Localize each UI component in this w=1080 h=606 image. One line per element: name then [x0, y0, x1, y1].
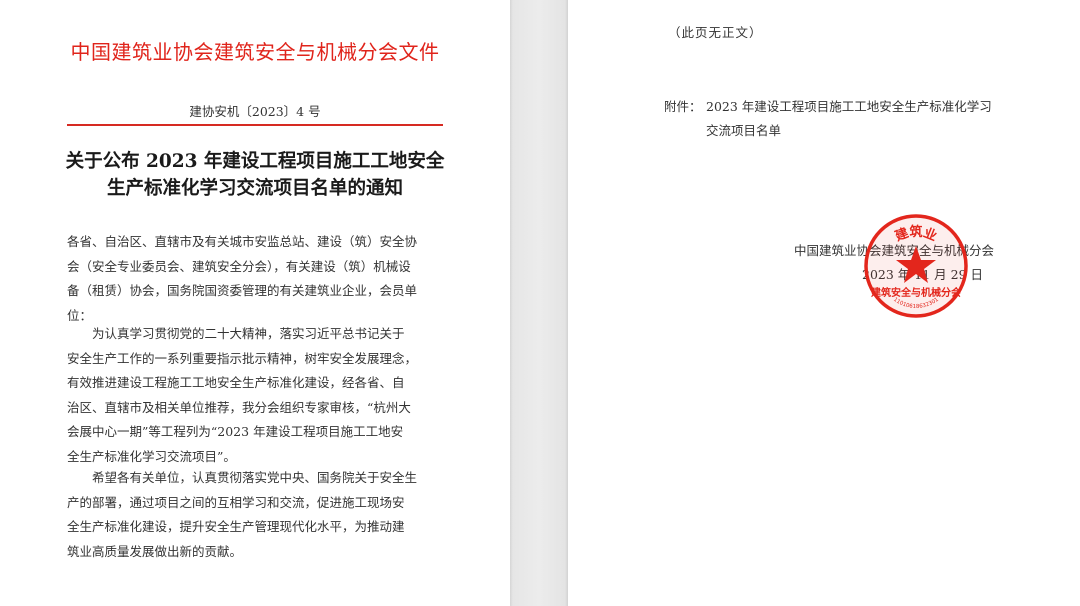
- paragraph-line: 筑业高质量发展做出新的贡献。: [67, 543, 243, 559]
- page-gap: [510, 0, 568, 606]
- seal-bottom-text: 建筑安全与机械分会: [870, 286, 961, 299]
- addressee-block: 各省、自治区、直辖市及有关城市安监总站、建设（筑）安全协 会（安全专业委员会、建…: [67, 230, 443, 328]
- document-page-2: [568, 0, 1080, 606]
- body-paragraph-1: 为认真学习贯彻党的二十大精神，落实习近平总书记关于 安全生产工作的一系列重要指示…: [67, 322, 443, 470]
- document-title: 关于公布 2023 年建设工程项目施工工地安全 生产标准化学习交流项目名单的通知: [60, 148, 450, 202]
- no-body-note: （此页无正文）: [668, 25, 763, 40]
- attachment-title-line-1: 2023 年建设工程项目施工工地安全生产标准化学习: [706, 99, 992, 114]
- addressee-line: 各省、自治区、直辖市及有关城市安监总站、建设（筑）安全协: [67, 234, 418, 249]
- paragraph-line: 有效推进建设工程施工工地安全生产标准化建设，经各省、自: [67, 375, 405, 391]
- document-number: 建协安机〔2023〕4 号: [189, 104, 321, 119]
- paragraph-line: 全生产标准化建设，提升安全生产管理现代化水平，为推动建: [67, 519, 405, 535]
- paragraph-line: 希望各有关单位，认真贯彻落实党中央、国务院关于安全生: [92, 470, 418, 485]
- title-line-1: 关于公布 2023 年建设工程项目施工工地安全: [65, 151, 445, 172]
- attachment-label: 附件：: [664, 99, 702, 114]
- official-seal: 建筑业 建筑安全与机械分会 11010618632301: [864, 214, 968, 318]
- paragraph-line: 安全生产工作的一系列重要指示批示精神，树牢安全发展理念，: [67, 350, 418, 366]
- attachment-title-line-2: 交流项目名单: [706, 123, 782, 138]
- title-line-2: 生产标准化学习交流项目名单的通知: [106, 178, 403, 199]
- paragraph-line: 产的部署，通过项目之间的互相学习和交流，促进施工现场安: [67, 494, 405, 510]
- paragraph-line: 会展中心一期”等工程列为“2023 年建设工程项目施工工地安: [67, 424, 404, 440]
- header-red-rule: [67, 124, 443, 126]
- addressee-line: 备（租赁）协会，国务院国资委管理的有关建筑业企业，会员单: [67, 283, 418, 299]
- addressee-line: 会（安全专业委员会、建筑安全分会），有关建设（筑）机械设: [67, 258, 411, 274]
- document-header: 中国建筑业协会建筑安全与机械分会文件: [70, 40, 440, 64]
- paragraph-line: 为认真学习贯彻党的二十大精神，落实习近平总书记关于: [92, 326, 405, 341]
- body-paragraph-2: 希望各有关单位，认真贯彻落实党中央、国务院关于安全生 产的部署，通过项目之间的互…: [67, 466, 443, 564]
- paragraph-line: 治区、直辖市及相关单位推荐，我分会组织专家审核，“杭州大: [67, 399, 411, 415]
- document-page-1: 中国建筑业协会建筑安全与机械分会文件 建协安机〔2023〕4 号 关于公布 20…: [0, 0, 510, 606]
